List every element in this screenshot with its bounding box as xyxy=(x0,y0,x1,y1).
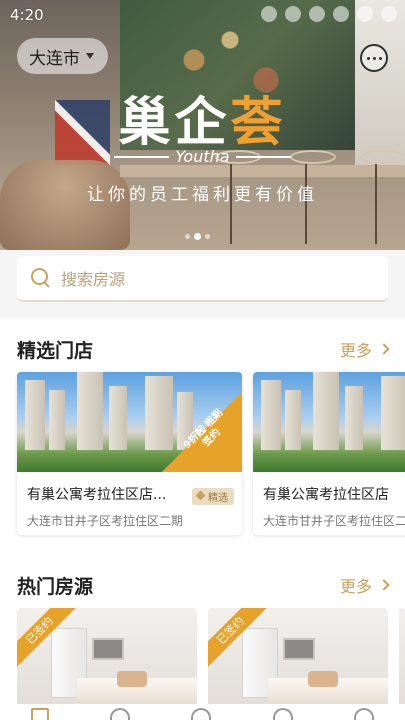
chevron-right-icon xyxy=(378,343,390,355)
building xyxy=(261,380,281,450)
status-time: 4:20 xyxy=(10,6,44,24)
logo-char: 企 xyxy=(174,93,231,153)
search-tab-icon[interactable] xyxy=(110,708,131,720)
brand-sub-text: Youtha xyxy=(175,147,230,166)
store-photo: 9折起 租期签约 xyxy=(17,372,242,472)
more-label: 更多 xyxy=(339,577,372,596)
banner-pager xyxy=(185,233,210,240)
logo-divider xyxy=(235,155,291,158)
bottom-nav xyxy=(0,704,405,720)
building xyxy=(381,376,405,450)
pager-dot-active xyxy=(194,233,201,240)
store-address: 大连市甘井子区考拉住区二期 xyxy=(263,514,405,528)
banner-logo: 巢企荟 Youtha 让你的员工福利更有价值 xyxy=(0,95,405,205)
room-picture xyxy=(92,638,124,660)
store-name: 有巢公寓考拉住区店... xyxy=(27,487,167,503)
building xyxy=(313,372,339,450)
section-title: 精选门店 xyxy=(17,339,94,362)
building xyxy=(285,390,301,450)
home-icon[interactable] xyxy=(30,708,49,720)
search-placeholder: 搜索房源 xyxy=(61,270,126,289)
room-pillow xyxy=(117,671,147,687)
building xyxy=(77,372,103,450)
pager-dot xyxy=(185,234,190,239)
room-card[interactable]: 已签约 xyxy=(17,608,197,708)
more-label: 更多 xyxy=(339,341,372,360)
chat-dot-icon xyxy=(378,56,382,60)
brand-logo-text: 巢企荟 xyxy=(0,95,405,151)
store-card[interactable]: 9折起 租期签约 有巢公寓考拉住区店... 精选 大连市甘井子区考拉住区二期 xyxy=(17,372,242,535)
city-label: 大连市 xyxy=(29,48,80,69)
notification-icon xyxy=(309,6,325,22)
pager-dot xyxy=(205,234,210,239)
search-icon xyxy=(31,268,51,288)
chat-dot-icon xyxy=(366,56,370,60)
wifi-icon xyxy=(333,6,349,22)
app-screen: 巢企荟 Youtha 让你的员工福利更有价值 4:20 大连市 搜索房源 精选门… xyxy=(0,0,405,720)
room-picture xyxy=(283,638,315,660)
building xyxy=(49,390,65,450)
room-card[interactable]: 已签约 xyxy=(208,608,388,708)
hot-more-link[interactable]: 更多 xyxy=(339,573,390,597)
store-name: 有巢公寓考拉住区店 xyxy=(263,487,389,503)
building xyxy=(25,380,45,450)
notification-icon xyxy=(285,6,301,22)
building xyxy=(345,386,363,450)
discover-tab-icon[interactable] xyxy=(191,708,212,720)
room-card[interactable] xyxy=(399,608,405,708)
chevron-right-icon xyxy=(378,579,390,591)
status-icons xyxy=(261,6,397,22)
featured-more-link[interactable]: 更多 xyxy=(339,337,390,361)
logo-divider xyxy=(114,155,170,158)
logo-char: 巢 xyxy=(118,93,175,153)
store-card[interactable]: 有巢公寓考拉住区店 大连市甘井子区考拉住区二期 xyxy=(253,372,405,535)
store-photo xyxy=(253,372,405,472)
featured-header: 精选门店 更多 xyxy=(17,334,390,364)
chat-dot-icon xyxy=(372,56,376,60)
store-address: 大连市甘井子区考拉住区二期 xyxy=(27,514,184,528)
notification-icon xyxy=(261,6,277,22)
profile-tab-icon[interactable] xyxy=(354,708,375,720)
caret-down-icon xyxy=(86,53,94,59)
section-title: 热门房源 xyxy=(17,575,94,598)
message-button[interactable] xyxy=(360,44,388,72)
building xyxy=(109,386,127,450)
message-tab-icon[interactable] xyxy=(272,708,293,720)
city-selector[interactable]: 大连市 xyxy=(17,38,108,74)
search-input[interactable]: 搜索房源 xyxy=(17,256,388,302)
logo-sub-row: Youtha xyxy=(0,147,405,166)
featured-badge: 精选 xyxy=(192,488,234,505)
logo-char: 荟 xyxy=(230,93,287,153)
banner-tagline: 让你的员工福利更有价值 xyxy=(87,185,318,205)
room-pillow xyxy=(308,671,338,687)
status-bar: 4:20 xyxy=(0,0,405,30)
hot-header: 热门房源 更多 xyxy=(17,570,390,600)
battery-icon xyxy=(381,6,397,22)
signal-icon xyxy=(357,6,373,22)
